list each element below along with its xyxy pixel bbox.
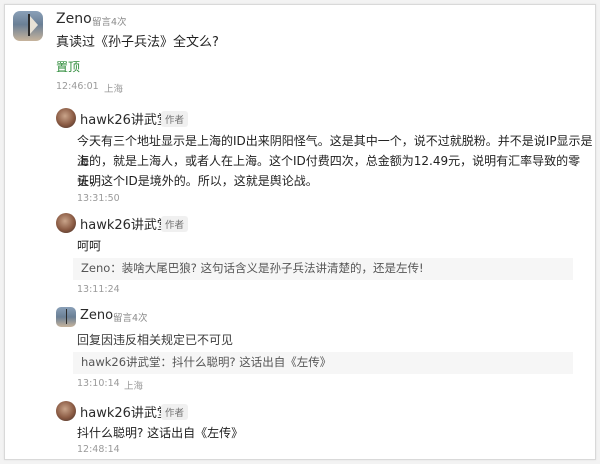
author-avatar[interactable] [56,401,76,421]
sailboat-mast-icon [66,309,67,324]
quoted-comment: Zeno：装啥大尾巴狼? 这句话含义是孙子兵法讲清楚的，还是左传! [73,258,573,280]
reply-text: 呵呵 [77,239,102,253]
comment-text: 真读过《孙子兵法》全文么? [56,35,219,50]
comment-timestamp: 12:46:01 [56,81,99,92]
comment-timestamp: 12:48:14 [77,444,120,455]
comment-count-badge: 留言4次 [92,17,127,28]
comment-location: 上海 [104,84,124,95]
author-badge: 作者 [161,404,189,420]
reply-text-line-3: 证明这个ID是境外的。所以，这就是舆论战。 [77,174,318,188]
comment-username[interactable]: Zeno [56,11,92,27]
author-avatar[interactable] [56,213,76,233]
user-avatar-zeno[interactable] [56,307,76,327]
comment-timestamp: 13:11:24 [77,284,120,295]
comment-timestamp: 13:31:50 [77,193,120,204]
pin-comment-button[interactable]: 置顶 [56,58,80,75]
author-badge: 作者 [161,216,189,232]
comment-username[interactable]: hawk26讲武堂 [80,109,170,128]
removed-reply-notice: 回复因违反相关规定已不可见 [77,333,234,347]
comment-location: 上海 [124,381,144,392]
comment-username[interactable]: Zeno [80,308,113,323]
comment-timestamp: 13:10:14 [77,378,120,389]
quoted-comment: hawk26讲武堂：抖什么聪明? 这话出自《左传》 [73,352,573,374]
author-badge: 作者 [161,111,189,127]
author-avatar[interactable] [56,108,76,128]
comment-count-badge: 留言4次 [113,313,148,324]
comment-username[interactable]: hawk26讲武堂 [80,214,170,233]
reply-text: 抖什么聪明? 这话出自《左传》 [77,426,244,440]
user-avatar-zeno[interactable] [13,11,43,41]
sailboat-sail-icon [30,16,38,34]
comment-username[interactable]: hawk26讲武堂 [80,402,170,421]
